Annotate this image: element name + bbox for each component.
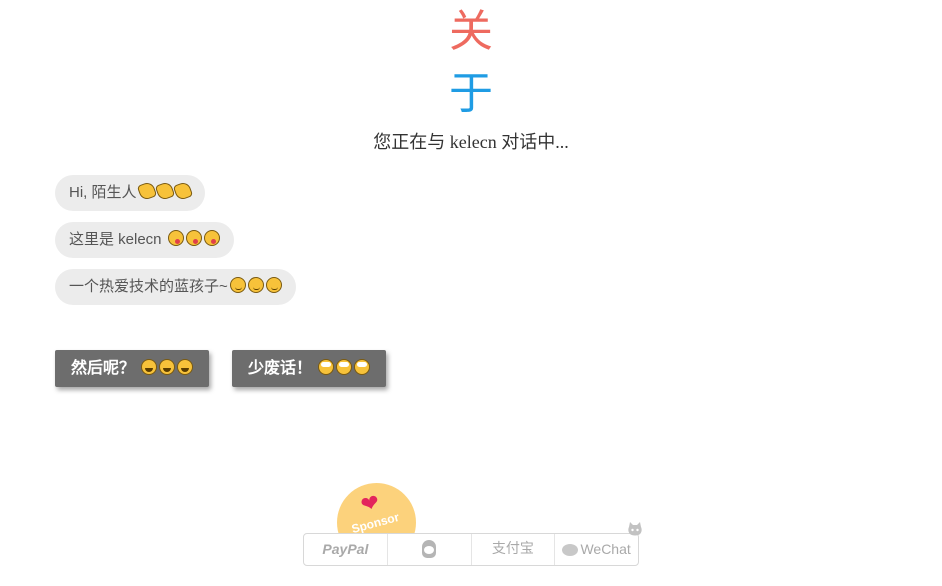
chat-bubble-text: 一个热爱技术的蓝孩子~ [69,278,228,295]
qq-penguin-icon [422,540,437,558]
yum-face-icon [167,230,184,246]
chat-bubble: 这里是 kelecn [55,222,234,258]
eye-roll-face-icon [336,359,353,375]
waving-hand-icon [136,180,157,202]
grin-face-icon [177,359,194,375]
qq-pay-option[interactable] [388,534,472,565]
then-what-button-label: 然后呢？ [71,360,136,377]
page-title-char-2: 于 [449,68,493,119]
grin-face-icon [159,359,176,375]
yum-face-icon [203,230,220,246]
then-what-button[interactable]: 然后呢？ [55,350,210,387]
eye-roll-face-icon [318,359,335,375]
chat-subtitle: 您正在与 kelecn 对话中... [373,132,569,152]
paypal-option[interactable]: PayPal [304,534,388,565]
wink-face-icon [265,277,282,293]
chat-bubble: Hi, 陌生人 [55,175,205,211]
payment-options-bar: PayPal 支付宝 WeChat [303,533,639,566]
alipay-option[interactable]: 支付宝 [472,534,556,565]
alipay-label: 支付宝 [491,541,534,557]
page-title-char-1: 关 [449,6,493,57]
wink-face-icon [247,277,264,293]
waving-hand-icon [172,180,193,202]
wechat-pay-option[interactable]: WeChat [555,534,638,565]
wink-face-icon [229,277,246,293]
less-talk-button-label: 少废话！ [248,360,313,377]
chat-bubble-text: 这里是 kelecn [69,231,166,248]
paypal-label: PayPal [322,541,369,557]
grin-face-icon [141,359,158,375]
chat-bubble: 一个热爱技术的蓝孩子~ [55,269,296,305]
waving-hand-icon [154,180,175,202]
less-talk-button[interactable]: 少废话！ [232,350,387,387]
eye-roll-face-icon [354,359,371,375]
wechat-icon [562,544,579,556]
yum-face-icon [185,230,202,246]
chat-bubble-text: Hi, 陌生人 [69,184,137,201]
heart-icon: ❤ [357,489,383,518]
wechat-label: WeChat [580,541,631,557]
github-cat-icon[interactable] [627,522,643,536]
